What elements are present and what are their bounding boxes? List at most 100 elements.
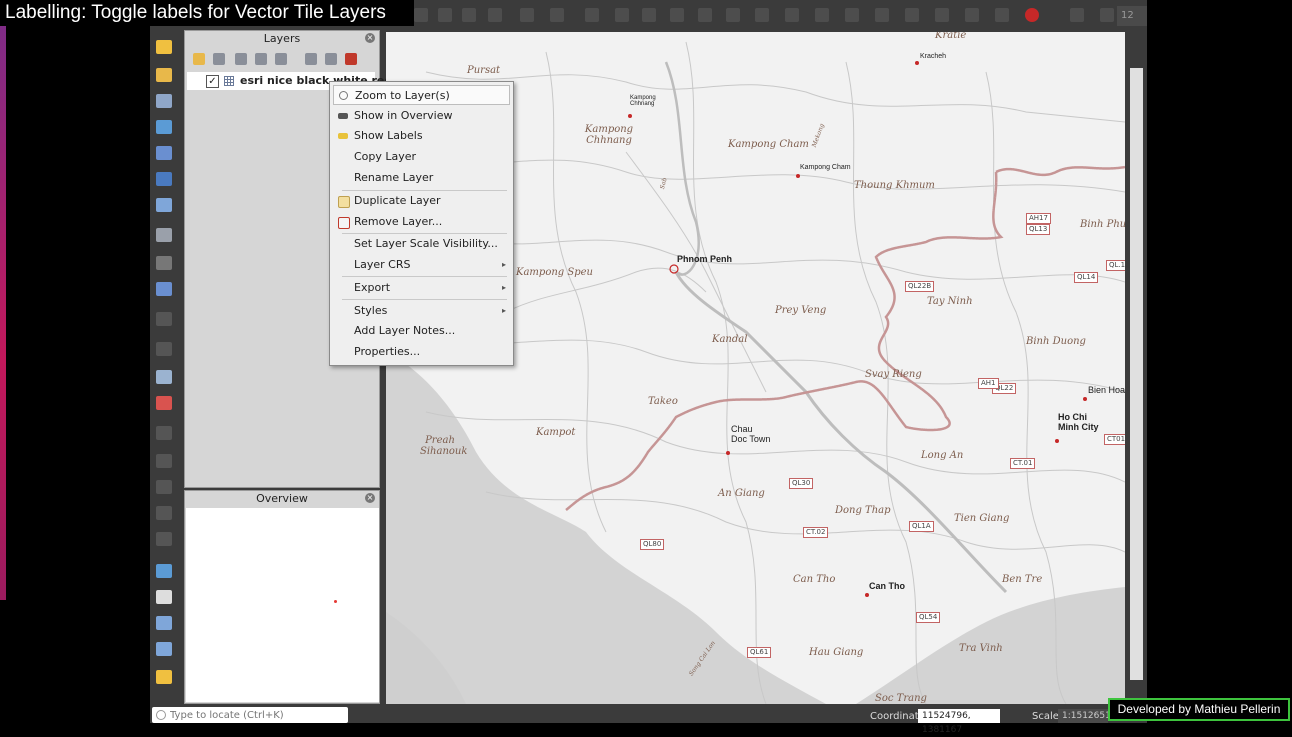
vertex-tool-icon[interactable] [156, 616, 172, 630]
toolbar-icon[interactable] [965, 8, 979, 22]
menu-item-styles[interactable]: Styles ▸ [333, 301, 510, 321]
overview-panel-title: Overview [256, 492, 308, 505]
toolbar-icon[interactable] [698, 8, 712, 22]
toolbar-icon[interactable] [414, 8, 428, 22]
tool-icon[interactable] [156, 426, 172, 440]
star-icon[interactable] [156, 670, 172, 684]
mesh-layer-icon[interactable] [156, 172, 172, 186]
city-marker [1055, 439, 1059, 443]
expand-all-icon[interactable] [305, 53, 317, 65]
record-icon[interactable] [1025, 8, 1039, 22]
filter-icon[interactable] [255, 53, 267, 65]
locator-input[interactable] [170, 708, 340, 722]
raster-layer-icon[interactable] [156, 146, 172, 160]
coordinate-value[interactable]: 11524796, 1381167 [918, 709, 1000, 735]
map-region-label: Pursat [467, 65, 501, 76]
toolbar-icon[interactable] [785, 8, 799, 22]
map-region-label: Takeo [648, 396, 678, 407]
tool-icon[interactable] [156, 532, 172, 546]
layers-panel-title: Layers [263, 32, 301, 45]
virtual-layer-icon[interactable] [156, 198, 172, 212]
open-layer-icon[interactable] [156, 68, 172, 82]
tool-icon[interactable] [156, 506, 172, 520]
open-styling-icon[interactable] [193, 53, 205, 65]
menu-item-properties[interactable]: Properties... [333, 342, 510, 362]
toolbar-icon[interactable] [615, 8, 629, 22]
wms-layer-icon[interactable] [156, 228, 172, 242]
toolbar-icon[interactable] [550, 8, 564, 22]
toolbar-icon[interactable] [755, 8, 769, 22]
collapse-all-icon[interactable] [325, 53, 337, 65]
toolbar-icon[interactable] [642, 8, 656, 22]
database-icon[interactable] [156, 282, 172, 296]
menu-item-zoom-to-layer[interactable]: Zoom to Layer(s) [333, 85, 510, 105]
toolbar-icon[interactable] [585, 8, 599, 22]
tool-icon[interactable] [156, 480, 172, 494]
add-group-icon[interactable] [213, 53, 225, 65]
toolbar-icon[interactable] [670, 8, 684, 22]
tool-icon[interactable] [156, 312, 172, 326]
duplicate-icon [338, 196, 350, 208]
menu-separator [342, 299, 507, 300]
city-marker [628, 114, 632, 118]
eye-icon[interactable] [235, 53, 247, 65]
menu-item-remove-layer[interactable]: Remove Layer... [333, 212, 510, 232]
toolbar-icon[interactable] [726, 8, 740, 22]
vector-layer-icon[interactable] [156, 94, 172, 108]
right-dock-panel[interactable] [1130, 68, 1143, 680]
coordinate-label: Coordinate [870, 711, 925, 722]
filter-expression-icon[interactable] [275, 53, 287, 65]
toolbar-icon[interactable] [995, 8, 1009, 22]
abc-label-icon[interactable] [156, 396, 172, 410]
city-marker [796, 174, 800, 178]
road-shield: CT.02 [803, 527, 829, 538]
locator-box[interactable] [152, 707, 348, 723]
developer-credit: Developed by Mathieu Pellerin [1108, 698, 1290, 721]
toolbar-icon[interactable] [1100, 8, 1114, 22]
toolbar-icon[interactable] [462, 8, 476, 22]
menu-item-duplicate-layer[interactable]: Duplicate Layer [333, 191, 510, 211]
menu-item-rename-layer[interactable]: Rename Layer [333, 168, 510, 188]
overview-icon [338, 113, 348, 119]
scale-label: Scale [1032, 711, 1059, 722]
menu-item-show-in-overview[interactable]: Show in Overview [333, 106, 510, 126]
scale-value[interactable]: 1:1512651 [1058, 709, 1111, 723]
wfs-layer-icon[interactable] [156, 256, 172, 270]
map-region-label: Thoung Khmum [854, 180, 935, 191]
toolbar-icon[interactable] [845, 8, 859, 22]
toolbar-scale-field[interactable]: 12 [1117, 6, 1147, 26]
menu-item-add-layer-notes[interactable]: Add Layer Notes... [333, 321, 510, 341]
toolbar-icon[interactable] [875, 8, 889, 22]
toolbar-icon[interactable] [1070, 8, 1084, 22]
select-pointer-icon[interactable] [156, 590, 172, 604]
overview-canvas[interactable] [186, 508, 379, 702]
road-shield: QL14 [1074, 272, 1099, 283]
toolbar-icon[interactable] [488, 8, 502, 22]
road-shield: AH17 [1026, 213, 1051, 224]
digitize-icon[interactable] [156, 120, 172, 134]
rotate-tool-icon[interactable] [156, 642, 172, 656]
menu-item-export[interactable]: Export ▸ [333, 278, 510, 298]
toolbar-icon[interactable] [815, 8, 829, 22]
menu-item-copy-layer[interactable]: Copy Layer [333, 147, 510, 167]
label-tool-icon[interactable] [156, 370, 172, 384]
toolbar-icon[interactable] [905, 8, 919, 22]
close-icon[interactable]: × [365, 33, 375, 43]
new-project-icon[interactable] [156, 40, 172, 54]
road-shield: QL.14 [1106, 260, 1125, 271]
toolbar-icon[interactable] [438, 8, 452, 22]
road-shield: QL22B [905, 281, 935, 292]
node-tool-icon[interactable] [156, 564, 172, 578]
tool-icon[interactable] [156, 342, 172, 356]
menu-item-layer-crs[interactable]: Layer CRS ▸ [333, 255, 510, 275]
close-icon[interactable]: × [365, 493, 375, 503]
tool-icon[interactable] [156, 454, 172, 468]
labels-icon [338, 133, 348, 139]
toolbar-icon[interactable] [520, 8, 534, 22]
menu-item-show-labels[interactable]: Show Labels [333, 126, 510, 146]
layer-visibility-checkbox[interactable]: ✓ [206, 75, 219, 88]
toolbar-icon[interactable] [935, 8, 949, 22]
remove-layer-icon[interactable] [345, 53, 357, 65]
main-toolbar: 12 [410, 0, 1147, 32]
menu-item-set-scale-visibility[interactable]: Set Layer Scale Visibility... [333, 234, 510, 254]
